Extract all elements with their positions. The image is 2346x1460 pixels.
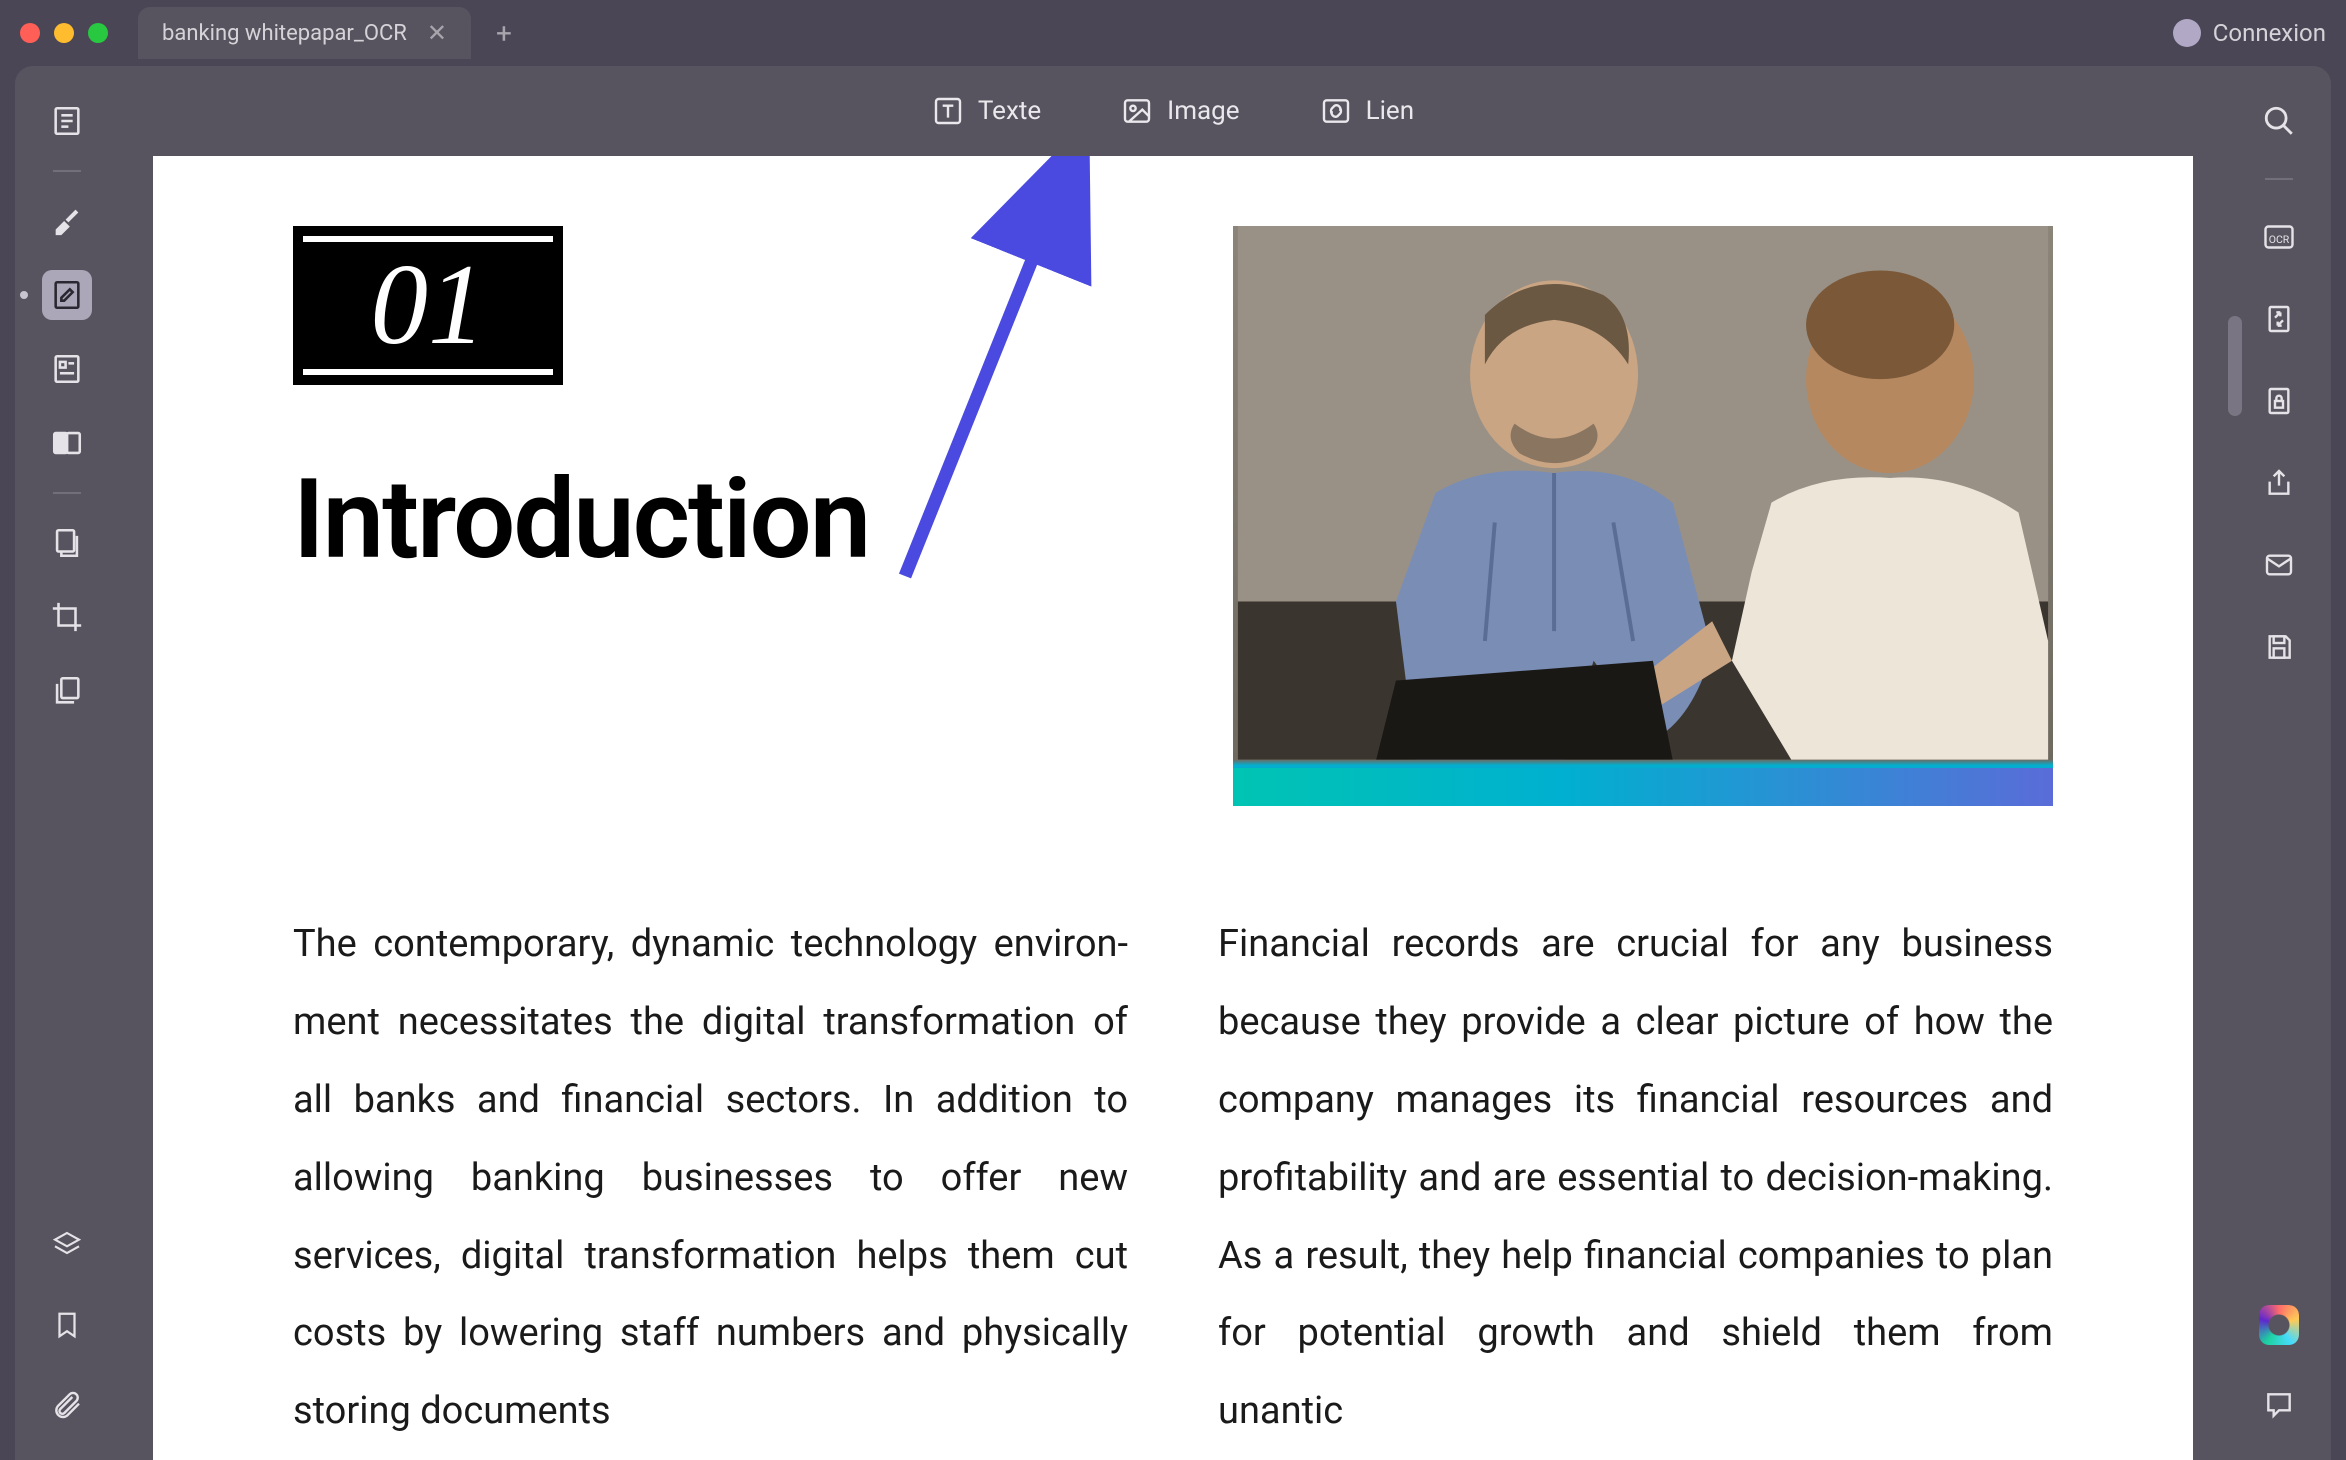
crop-icon xyxy=(50,600,84,634)
title-bar: banking whitepapar_OCR ✕ + Connexion xyxy=(0,0,2346,66)
new-tab-button[interactable]: + xyxy=(496,17,512,50)
stack-icon xyxy=(50,674,84,708)
toolbar-link-label: Lien xyxy=(1366,96,1414,126)
compare-icon xyxy=(50,426,84,460)
svg-text:OCR: OCR xyxy=(2269,233,2290,246)
sidebar-form-button[interactable] xyxy=(42,344,92,394)
active-indicator-dot xyxy=(20,291,28,299)
right-comment-button[interactable] xyxy=(2254,1380,2304,1430)
gradient-strip xyxy=(1233,768,2053,806)
connexion-area[interactable]: Connexion xyxy=(2173,19,2326,47)
tab-title: banking whitepapar_OCR xyxy=(162,21,407,46)
toolbar-text-label: Texte xyxy=(978,96,1041,126)
link-icon xyxy=(1320,95,1352,127)
document-page[interactable]: 01 Introduction xyxy=(153,156,2193,1460)
toolbar-link-button[interactable]: Lien xyxy=(1320,95,1414,127)
page-view-icon xyxy=(50,104,84,138)
body-columns: The contemporary, dynamic technology env… xyxy=(293,906,2053,1451)
tab-close-button[interactable]: ✕ xyxy=(427,19,447,47)
right-ocr-button[interactable]: OCR xyxy=(2254,212,2304,262)
text-icon xyxy=(932,95,964,127)
connexion-label: Connexion xyxy=(2213,19,2326,47)
sidebar-crop-button[interactable] xyxy=(42,592,92,642)
page-header-left: 01 Introduction xyxy=(293,226,1133,806)
sidebar-highlight-button[interactable] xyxy=(42,196,92,246)
share-icon xyxy=(2263,467,2295,499)
sidebar-organize-button[interactable] xyxy=(42,518,92,568)
toolbar-text-button[interactable]: Texte xyxy=(932,95,1041,127)
save-icon xyxy=(2263,631,2295,663)
scrollbar-thumb[interactable] xyxy=(2228,316,2242,416)
chapter-number: 01 xyxy=(303,236,553,375)
sidebar-batch-button[interactable] xyxy=(42,666,92,716)
right-ai-button[interactable] xyxy=(2254,1300,2304,1350)
ocr-icon: OCR xyxy=(2261,219,2297,255)
maximize-window-button[interactable] xyxy=(88,23,108,43)
right-email-button[interactable] xyxy=(2254,540,2304,590)
sidebar-divider xyxy=(2265,178,2293,180)
sidebar-layers-button[interactable] xyxy=(42,1220,92,1270)
body-column-left: The contemporary, dynamic technology env… xyxy=(293,906,1128,1451)
sidebar-compare-button[interactable] xyxy=(42,418,92,468)
bookmark-icon xyxy=(52,1310,82,1340)
minimize-window-button[interactable] xyxy=(54,23,74,43)
right-share-button[interactable] xyxy=(2254,458,2304,508)
sidebar-view-button[interactable] xyxy=(42,96,92,146)
pages-icon xyxy=(50,526,84,560)
document-tab[interactable]: banking whitepapar_OCR ✕ xyxy=(138,7,471,59)
chapter-title: Introduction xyxy=(293,455,1133,584)
convert-icon xyxy=(2263,303,2295,335)
image-icon xyxy=(1121,95,1153,127)
sidebar-divider xyxy=(53,492,81,494)
edit-toolbar: Texte Image Lien xyxy=(223,66,2123,156)
chapter-badge: 01 xyxy=(293,226,563,385)
right-save-button[interactable] xyxy=(2254,622,2304,672)
edit-page-icon xyxy=(50,278,84,312)
tab-bar: banking whitepapar_OCR ✕ + xyxy=(138,7,512,59)
sidebar-bottom xyxy=(42,1220,92,1460)
page-header: 01 Introduction xyxy=(293,226,2053,806)
form-icon xyxy=(50,352,84,386)
user-avatar-icon xyxy=(2173,19,2201,47)
document-area: 01 Introduction xyxy=(119,66,2227,1460)
document-wrapper: Texte Image Lien 01 xyxy=(119,66,2227,1460)
header-image xyxy=(1233,226,2053,806)
right-sidebar: OCR xyxy=(2227,66,2331,1460)
comment-icon xyxy=(2263,1389,2295,1421)
toolbar-image-button[interactable]: Image xyxy=(1121,95,1239,127)
layers-icon xyxy=(51,1229,83,1261)
toolbar-image-label: Image xyxy=(1167,96,1239,126)
right-sidebar-bottom xyxy=(2254,1300,2304,1460)
search-icon xyxy=(2262,104,2296,138)
highlighter-icon xyxy=(50,204,84,238)
mail-icon xyxy=(2263,549,2295,581)
right-convert-button[interactable] xyxy=(2254,294,2304,344)
sidebar-edit-button[interactable] xyxy=(42,270,92,320)
right-protect-button[interactable] xyxy=(2254,376,2304,426)
right-search-button[interactable] xyxy=(2254,96,2304,146)
sidebar-bookmark-button[interactable] xyxy=(42,1300,92,1350)
sidebar-divider xyxy=(53,170,81,172)
traffic-lights xyxy=(20,23,108,43)
left-sidebar xyxy=(15,66,119,1460)
ai-rainbow-icon xyxy=(2259,1305,2299,1345)
sidebar-attachment-button[interactable] xyxy=(42,1380,92,1430)
main-container: Texte Image Lien 01 xyxy=(15,66,2331,1460)
paperclip-icon xyxy=(51,1389,83,1421)
close-window-button[interactable] xyxy=(20,23,40,43)
photo-illustration-icon xyxy=(1233,226,2053,760)
body-column-right: Financial records are crucial for any bu… xyxy=(1218,906,2053,1451)
file-lock-icon xyxy=(2263,385,2295,417)
